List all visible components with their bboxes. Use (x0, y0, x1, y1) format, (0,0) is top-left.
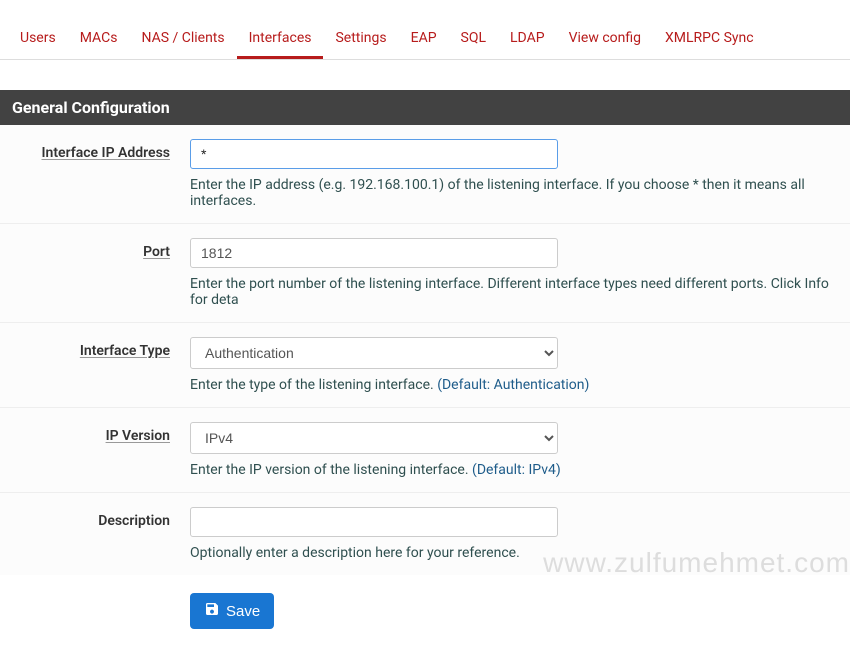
row-interface-ip: Interface IP Address Enter the IP addres… (0, 125, 850, 224)
select-ip-version[interactable]: IPv4 (190, 422, 558, 454)
tab-users[interactable]: Users (8, 20, 68, 59)
input-port[interactable] (190, 238, 558, 268)
row-interface-type: Interface Type Authentication Enter the … (0, 323, 850, 408)
default-link-type[interactable]: (Default: Authentication) (437, 377, 589, 393)
input-interface-ip[interactable] (190, 139, 558, 169)
input-description[interactable] (190, 507, 558, 537)
watermark: www.zulfumehmet.com (543, 547, 850, 579)
label-port: Port (0, 238, 190, 308)
label-interface-type: Interface Type (0, 337, 190, 393)
select-interface-type[interactable]: Authentication (190, 337, 558, 369)
row-ip-version: IP Version IPv4 Enter the IP version of … (0, 408, 850, 493)
label-interface-ip: Interface IP Address (0, 139, 190, 209)
default-link-ipver[interactable]: (Default: IPv4) (472, 462, 561, 478)
label-description: Description (0, 507, 190, 561)
tab-eap[interactable]: EAP (399, 20, 449, 59)
tab-ldap[interactable]: LDAP (498, 20, 557, 59)
tab-view-config[interactable]: View config (557, 20, 653, 59)
tab-xmlrpc-sync[interactable]: XMLRPC Sync (653, 20, 766, 59)
form-body: Interface IP Address Enter the IP addres… (0, 125, 850, 575)
save-icon (204, 601, 220, 621)
help-interface-ip: Enter the IP address (e.g. 192.168.100.1… (190, 177, 840, 209)
section-header: General Configuration (0, 90, 850, 125)
label-ip-version: IP Version (0, 422, 190, 478)
help-ip-version: Enter the IP version of the listening in… (190, 462, 840, 478)
tab-sql[interactable]: SQL (449, 20, 498, 59)
button-row: Save (0, 575, 850, 647)
tab-macs[interactable]: MACs (68, 20, 130, 59)
save-button-label: Save (226, 603, 260, 620)
nav-tabs: Users MACs NAS / Clients Interfaces Sett… (0, 0, 850, 60)
tab-nas-clients[interactable]: NAS / Clients (129, 20, 236, 59)
help-interface-type: Enter the type of the listening interfac… (190, 377, 840, 393)
save-button[interactable]: Save (190, 593, 274, 629)
tab-settings[interactable]: Settings (323, 20, 398, 59)
row-port: Port Enter the port number of the listen… (0, 224, 850, 323)
help-port: Enter the port number of the listening i… (190, 276, 840, 308)
tab-interfaces[interactable]: Interfaces (237, 20, 324, 59)
